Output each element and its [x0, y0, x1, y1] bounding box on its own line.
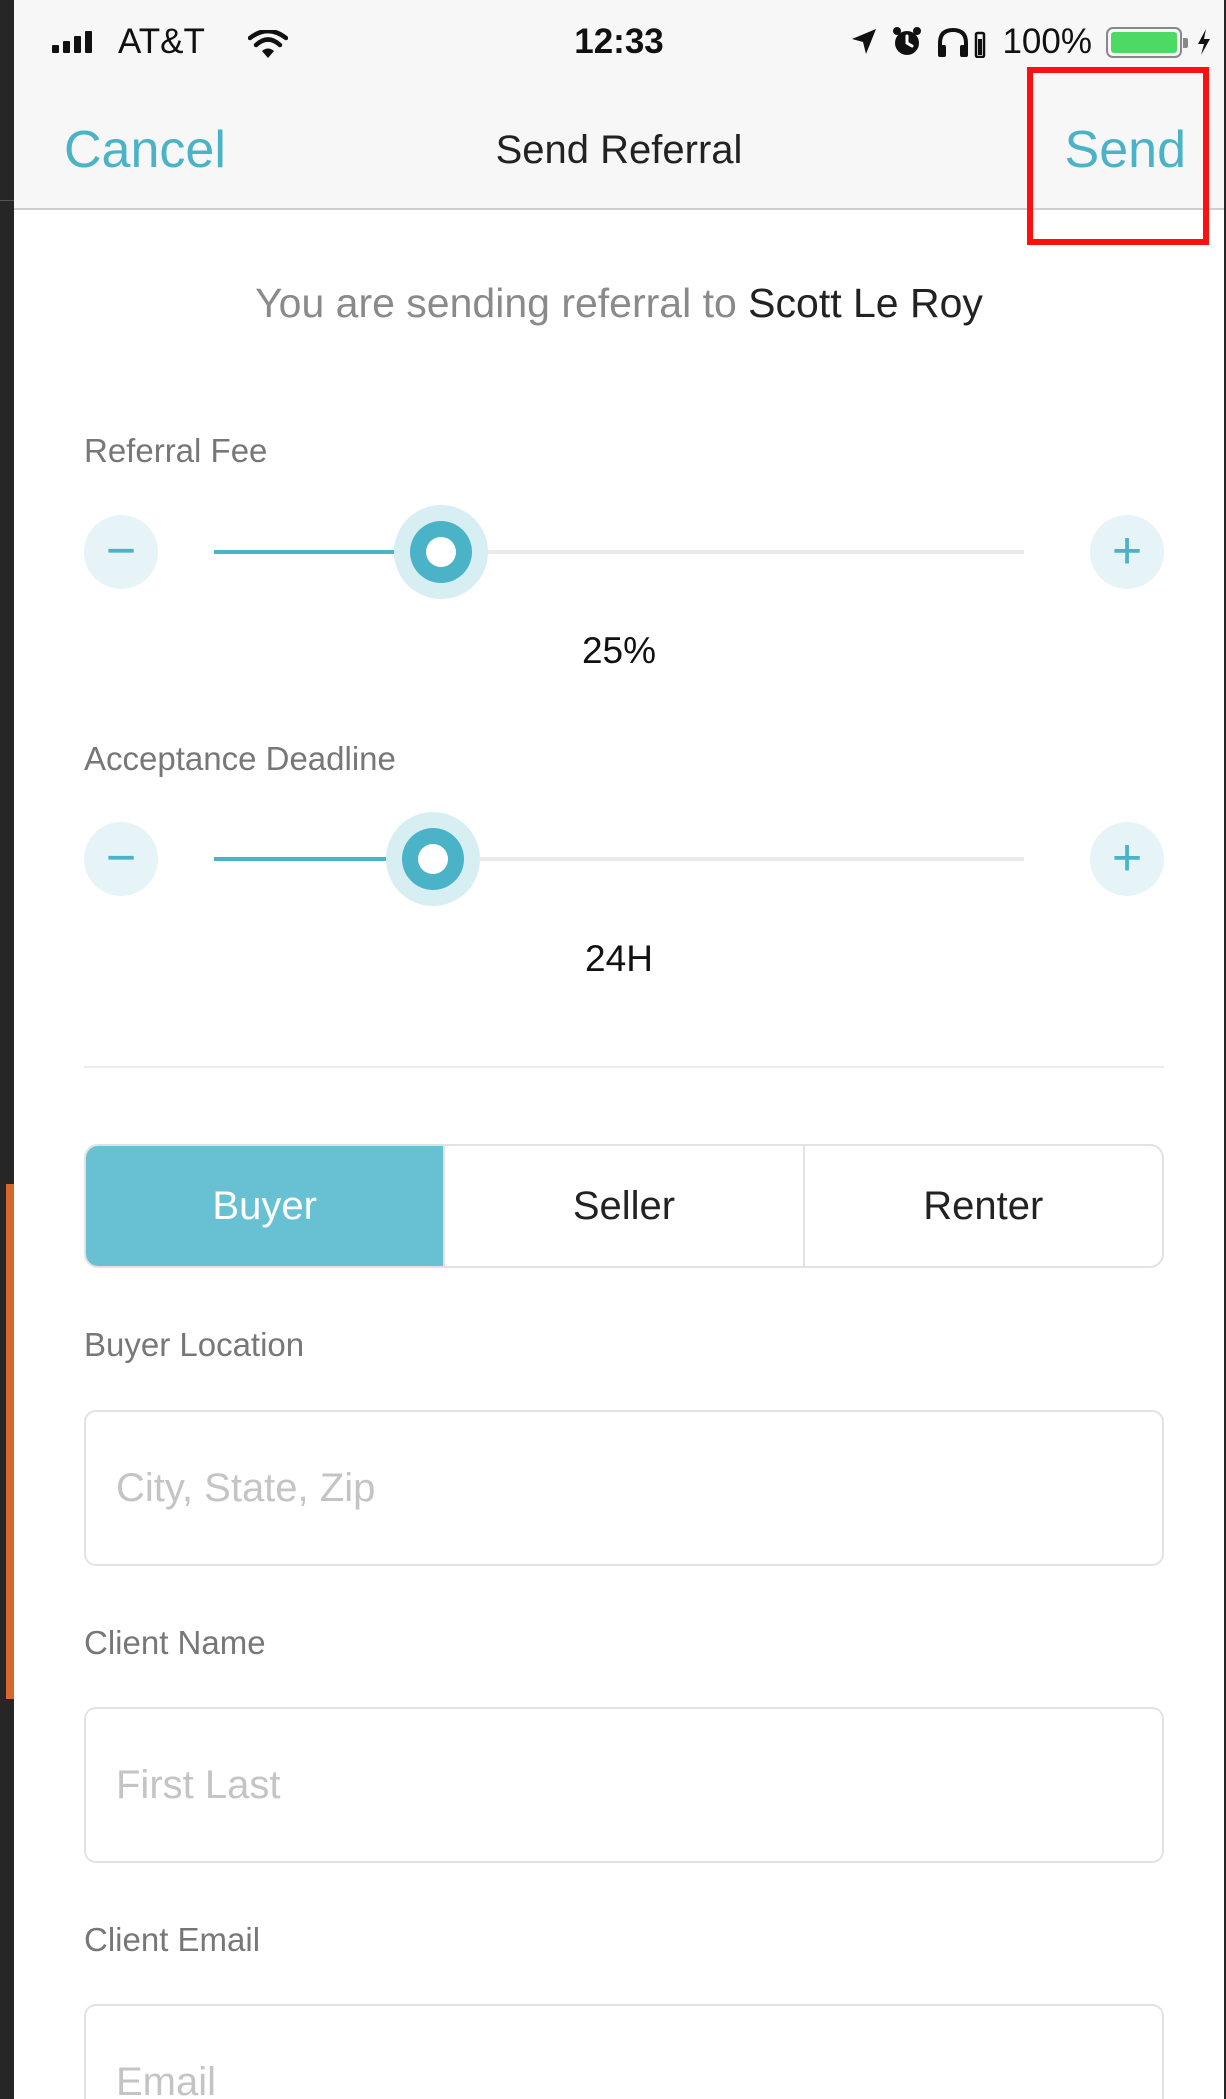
client-name-label: Client Name: [84, 1624, 266, 1661]
recipient-name: Scott Le Roy: [748, 280, 983, 326]
referral-recipient-text: You are sending referral to Scott Le Roy: [14, 280, 1224, 327]
client-email-label: Client Email: [84, 1921, 261, 1958]
section-divider: [84, 1066, 1164, 1068]
battery-percentage: 100%: [1002, 22, 1092, 61]
acceptance-deadline-value: 24H: [585, 938, 653, 979]
background-orange-bar: [6, 1184, 14, 1699]
client-name-input[interactable]: [84, 1707, 1164, 1863]
referral-fee-label: Referral Fee: [84, 432, 268, 469]
alarm-clock-icon: [893, 27, 922, 55]
acceptance-deadline-increase-button[interactable]: +: [1090, 822, 1164, 896]
plus-icon: +: [1111, 522, 1143, 580]
referral-fee-increase-button[interactable]: +: [1090, 515, 1164, 589]
battery-nub: [1183, 37, 1188, 48]
headphones-icon: [938, 27, 986, 58]
buyer-location-input[interactable]: [84, 1410, 1164, 1566]
acceptance-deadline-slider-track[interactable]: [214, 857, 1024, 861]
referral-fee-slider-thumb[interactable]: [409, 521, 472, 583]
acceptance-deadline-label: Acceptance Deadline: [84, 740, 396, 777]
charging-bolt-icon: [1198, 29, 1210, 55]
client-type-segmented-control: Buyer Seller Renter: [84, 1144, 1164, 1268]
referral-fee-slider-track[interactable]: [214, 550, 1024, 554]
segment-buyer[interactable]: Buyer: [86, 1146, 444, 1266]
send-button-highlight: [1027, 67, 1209, 245]
location-arrow-icon: [852, 29, 877, 54]
status-right-group: 100%: [850, 22, 1212, 62]
referral-fee-decrease-button[interactable]: −: [84, 515, 158, 589]
background-left-edge: [0, 0, 14, 2099]
referral-fee-value: 25%: [581, 630, 657, 671]
battery-icon: [1106, 26, 1188, 58]
acceptance-deadline-decrease-button[interactable]: −: [84, 822, 158, 896]
battery-fill: [1111, 31, 1177, 53]
minus-icon: −: [105, 829, 137, 887]
background-divider: [0, 200, 14, 201]
minus-icon: −: [105, 522, 137, 580]
client-email-input[interactable]: [84, 2004, 1164, 2099]
intro-prefix: You are sending referral to: [255, 280, 749, 326]
acceptance-deadline-slider-thumb[interactable]: [401, 828, 464, 890]
slider-thumb-dot: [417, 844, 448, 874]
segment-renter[interactable]: Renter: [802, 1146, 1162, 1266]
phone-screen: AT&T 12:33 100% Cancel Send Referral Sen…: [14, 0, 1224, 2099]
slider-thumb-dot: [425, 537, 456, 567]
plus-icon: +: [1111, 829, 1143, 887]
buyer-location-label: Buyer Location: [84, 1326, 305, 1363]
segment-seller[interactable]: Seller: [443, 1146, 802, 1266]
